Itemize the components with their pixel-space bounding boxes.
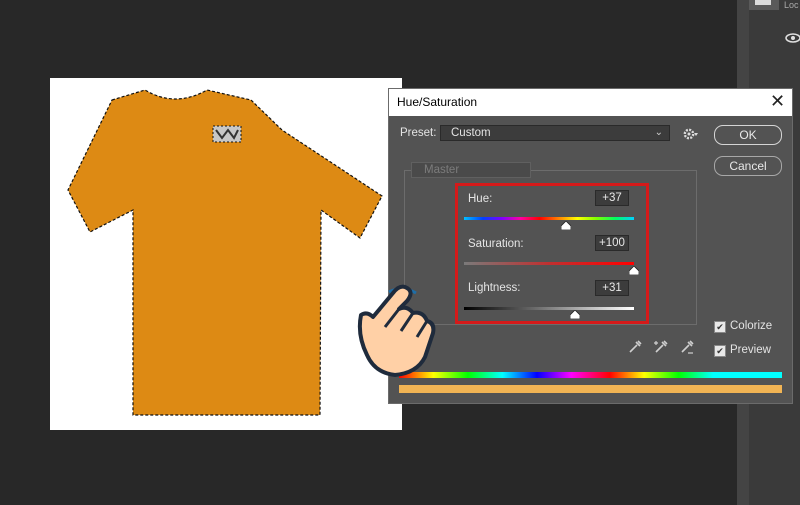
dialog-titlebar[interactable]: Hue/Saturation ✕	[389, 89, 792, 116]
document-canvas[interactable]	[50, 78, 402, 430]
preview-checkbox[interactable]: ✔	[714, 345, 726, 357]
chevron-down-icon: ⌄	[654, 127, 663, 138]
eyedropper-minus-icon[interactable]	[679, 339, 695, 355]
hue-value-field[interactable]: +37	[595, 190, 629, 206]
preview-label: Preview	[730, 344, 771, 356]
hue-saturation-dialog: Hue/Saturation ✕ Preset: Custom ⌄ OK Can…	[388, 88, 793, 404]
saturation-label: Saturation:	[468, 238, 524, 250]
lightness-slider-track[interactable]	[464, 307, 634, 310]
hue-slider-track[interactable]	[464, 217, 634, 220]
eye-icon[interactable]	[784, 30, 800, 46]
dialog-title: Hue/Saturation	[397, 95, 478, 109]
hue-label: Hue:	[468, 193, 493, 205]
tshirt-image	[67, 89, 383, 416]
preset-value: Custom	[451, 127, 491, 139]
close-icon[interactable]: ✕	[770, 91, 785, 111]
lightness-value-field[interactable]: +31	[595, 280, 629, 296]
ok-button[interactable]: OK	[714, 125, 782, 145]
output-color-bar	[399, 385, 782, 393]
colorize-label: Colorize	[730, 320, 773, 332]
hue-slider-thumb[interactable]	[561, 221, 572, 230]
preset-label: Preset:	[400, 127, 437, 139]
colorize-checkbox[interactable]: ✔	[714, 321, 726, 333]
saturation-value-field[interactable]: +100	[595, 235, 629, 251]
saturation-slider-track[interactable]	[464, 262, 634, 265]
saturation-slider-thumb[interactable]	[629, 266, 639, 275]
preset-select[interactable]: Custom ⌄	[440, 125, 670, 141]
channel-select[interactable]: Master	[411, 162, 531, 178]
panel-tab-icon	[755, 0, 771, 5]
lock-label: Loc	[784, 0, 799, 10]
input-color-bar	[399, 372, 782, 378]
pointing-hand-icon	[357, 284, 436, 377]
lightness-slider-thumb[interactable]	[570, 310, 581, 319]
cancel-button[interactable]: Cancel	[714, 156, 782, 176]
eyedropper-plus-icon[interactable]	[653, 339, 669, 355]
lightness-label: Lightness:	[468, 282, 521, 294]
settings-gear-icon[interactable]	[681, 125, 699, 143]
eyedropper-icon[interactable]	[627, 339, 643, 355]
